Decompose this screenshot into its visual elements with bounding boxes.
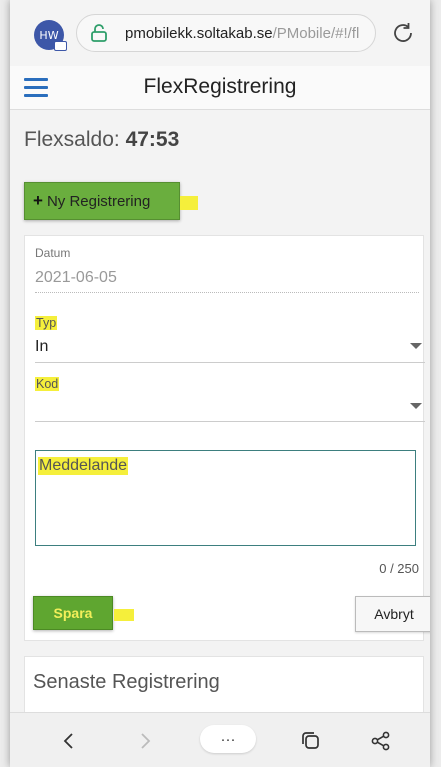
kod-label: Kod (35, 375, 60, 393)
datum-field[interactable]: 2021-06-05 (35, 269, 117, 287)
message-counter: 0 / 250 (379, 561, 419, 576)
avatar-initials: HW (39, 28, 59, 42)
typ-select[interactable]: In (35, 338, 48, 356)
cancel-button[interactable]: Avbryt (355, 596, 430, 632)
message-textarea[interactable]: Meddelande (35, 450, 416, 546)
profile-badge-icon (54, 41, 67, 51)
new-registration-button[interactable]: + Ny Registrering (24, 182, 180, 220)
save-button[interactable]: Spara (33, 596, 113, 630)
chevron-down-icon[interactable] (410, 343, 422, 349)
typ-label-text: Typ (35, 316, 58, 330)
new-registration-label: Ny Registrering (46, 192, 151, 210)
more-button[interactable]: ··· (200, 725, 256, 753)
kod-select[interactable] (35, 421, 425, 422)
typ-label: Typ (35, 314, 58, 332)
phone-screen: HW pmobilekk.soltakab.se/PMobile/#!/fl F… (10, 0, 430, 767)
reload-icon[interactable] (390, 20, 416, 46)
typ-underline (35, 362, 425, 363)
app-header: FlexRegistrering (10, 66, 430, 110)
flex-saldo: Flexsaldo: 47:53 (24, 128, 179, 152)
flex-saldo-value: 47:53 (125, 128, 180, 151)
datum-underline (35, 292, 419, 293)
browser-bar: HW pmobilekk.soltakab.se/PMobile/#!/fl (10, 0, 430, 66)
highlight-mark (180, 196, 198, 210)
chevron-down-icon[interactable] (410, 403, 422, 409)
flex-saldo-label: Flexsaldo: (24, 128, 120, 151)
datum-label: Datum (35, 246, 71, 260)
kod-label-text: Kod (35, 377, 60, 391)
page-title: FlexRegistrering (143, 75, 297, 98)
message-placeholder: Meddelande (38, 457, 129, 475)
tabs-icon[interactable] (299, 729, 323, 753)
bottom-nav: ··· (10, 712, 430, 767)
back-icon[interactable] (57, 729, 81, 753)
url-host: pmobilekk.soltakab.se (125, 24, 273, 42)
plus-icon: + (33, 191, 43, 210)
forward-icon[interactable] (133, 729, 157, 753)
recent-title: Senaste Registrering (33, 671, 220, 693)
registration-form: Datum 2021-06-05 Typ In Kod Meddelande 0… (24, 235, 430, 641)
address-bar[interactable]: pmobilekk.soltakab.se/PMobile/#!/fl (76, 14, 376, 52)
recent-registrations: Senaste Registrering (24, 656, 424, 716)
profile-avatar[interactable]: HW (34, 20, 67, 51)
highlight-mark (114, 609, 134, 621)
share-icon[interactable] (369, 729, 393, 753)
url-text: pmobilekk.soltakab.se/PMobile/#!/fl (125, 25, 359, 42)
url-path: /PMobile/#!/fl (272, 24, 360, 42)
lock-icon (91, 24, 107, 42)
